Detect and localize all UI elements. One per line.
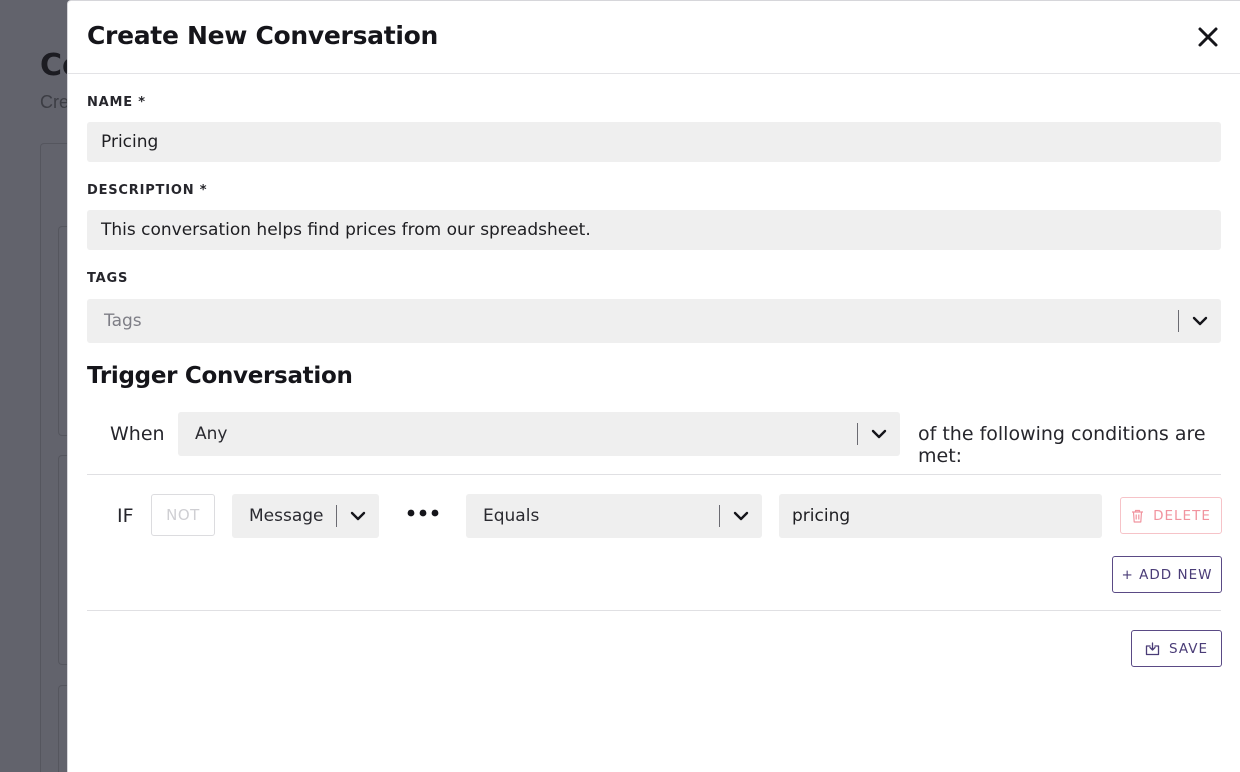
divider bbox=[87, 610, 1221, 611]
chevron-down-icon[interactable] bbox=[337, 511, 379, 521]
trigger-section-title: Trigger Conversation bbox=[87, 363, 353, 389]
condition-operator-select[interactable]: Equals bbox=[466, 494, 762, 538]
modal-title: Create New Conversation bbox=[87, 21, 439, 50]
condition-value-field[interactable]: pricing bbox=[779, 494, 1102, 538]
create-conversation-modal: Create New Conversation NAME * Pricing D… bbox=[67, 0, 1240, 772]
condition-field-value: Message bbox=[249, 506, 324, 526]
save-button[interactable]: SAVE bbox=[1131, 630, 1222, 667]
more-horizontal-icon[interactable] bbox=[406, 504, 440, 522]
save-label: SAVE bbox=[1169, 640, 1208, 657]
chevron-down-icon[interactable] bbox=[858, 429, 900, 439]
modal-header: Create New Conversation bbox=[68, 1, 1240, 74]
description-label: DESCRIPTION * bbox=[87, 183, 208, 198]
tags-select[interactable]: Tags bbox=[87, 299, 1221, 343]
condition-field-select[interactable]: Message bbox=[232, 494, 379, 538]
name-label: NAME * bbox=[87, 95, 146, 110]
delete-condition-button[interactable]: DELETE bbox=[1120, 497, 1222, 534]
if-label: IF bbox=[117, 505, 134, 527]
match-type-select[interactable]: Any bbox=[178, 412, 900, 456]
description-field[interactable]: This conversation helps find prices from… bbox=[87, 210, 1221, 250]
conditions-suffix-text: of the following conditions are met: bbox=[918, 423, 1206, 467]
tags-placeholder: Tags bbox=[104, 311, 142, 331]
save-icon bbox=[1145, 641, 1160, 656]
not-toggle-button[interactable]: NOT bbox=[151, 494, 215, 536]
chevron-down-icon[interactable] bbox=[720, 511, 762, 521]
delete-label: DELETE bbox=[1153, 507, 1211, 524]
background-page-subtitle: Cre bbox=[40, 92, 70, 112]
name-field[interactable]: Pricing bbox=[87, 122, 1221, 162]
match-type-value: Any bbox=[195, 424, 228, 444]
when-label: When bbox=[110, 423, 165, 445]
close-icon[interactable] bbox=[1194, 23, 1222, 51]
tags-label: TAGS bbox=[87, 271, 129, 286]
add-new-condition-button[interactable]: + ADD NEW bbox=[1112, 556, 1222, 593]
chevron-down-icon[interactable] bbox=[1179, 316, 1221, 326]
trash-icon bbox=[1131, 509, 1144, 523]
condition-operator-value: Equals bbox=[483, 506, 540, 526]
divider bbox=[87, 474, 1221, 475]
